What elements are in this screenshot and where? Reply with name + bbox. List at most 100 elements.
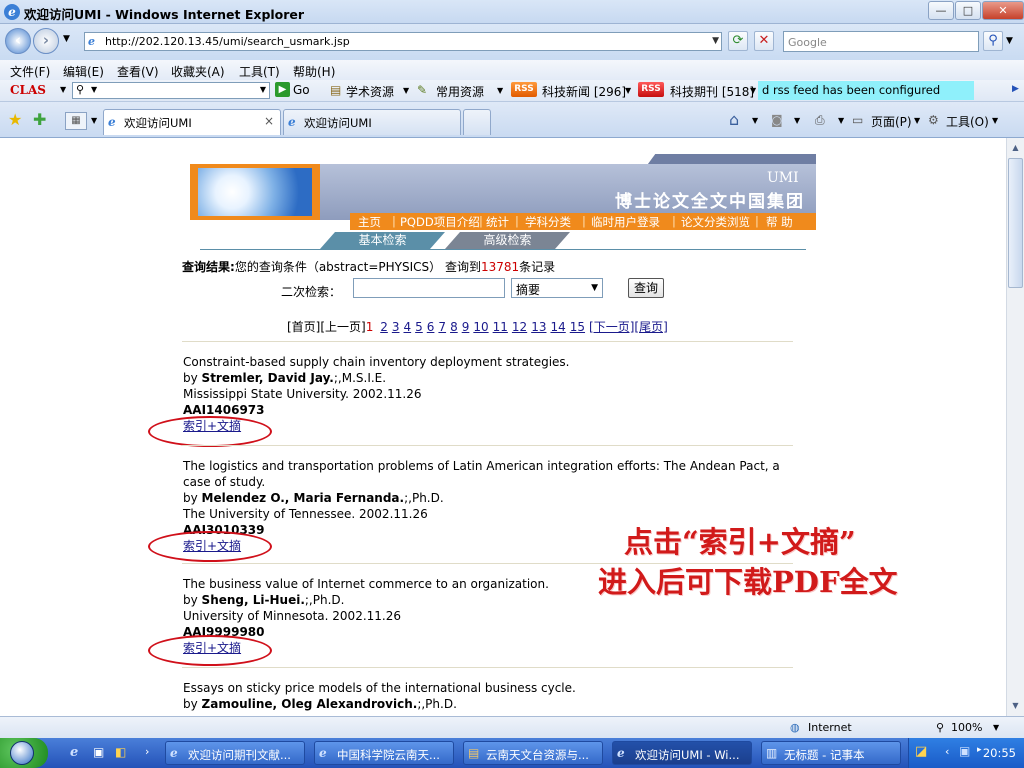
tab-basic-search[interactable]: 基本检索	[320, 232, 445, 249]
nav-home[interactable]: 主页	[358, 214, 381, 230]
pager-first[interactable]: [首页]	[287, 320, 320, 334]
pager-page[interactable]: 11	[493, 320, 508, 334]
ie-quicklaunch-icon[interactable]: e	[70, 745, 78, 760]
tab-umi-second[interactable]: e 欢迎访问UMI	[283, 109, 461, 135]
scroll-thumb[interactable]	[1008, 158, 1023, 288]
quick-tabs-icon[interactable]: ▦	[65, 112, 87, 130]
quicklaunch-more-icon[interactable]: ›	[145, 745, 149, 758]
index-abstract-link[interactable]: 索引+文摘	[183, 640, 793, 656]
restore-button[interactable]: □	[955, 1, 981, 20]
url-dropdown-icon[interactable]: ▼	[712, 36, 719, 46]
secondary-search-input[interactable]	[353, 278, 505, 298]
scroll-down-icon[interactable]: ▼	[1008, 698, 1023, 714]
menu-view[interactable]: 查看(V)	[117, 63, 159, 80]
tray-more-icon[interactable]: ▸	[977, 745, 982, 755]
toolbar-overflow-icon[interactable]: ▶	[1012, 84, 1019, 94]
start-button[interactable]	[0, 738, 48, 768]
menu-help[interactable]: 帮助(H)	[293, 63, 335, 80]
page-dropdown-icon[interactable]: ▼	[914, 116, 920, 125]
search-field-select[interactable]: 摘要 ▼	[511, 278, 603, 298]
pager-page[interactable]: 6	[427, 320, 435, 334]
pager-page[interactable]: 14	[550, 320, 565, 334]
pager-page[interactable]: 4	[404, 320, 412, 334]
pager-page[interactable]: 12	[512, 320, 527, 334]
go-button[interactable]: Go	[293, 83, 310, 97]
pager-page[interactable]: 7	[438, 320, 446, 334]
nav-browse-categories[interactable]: 论文分类浏览	[681, 214, 750, 230]
vertical-scrollbar[interactable]: ▲ ▼	[1006, 138, 1024, 716]
new-tab-button[interactable]	[463, 109, 491, 135]
menu-tools[interactable]: 工具(T)	[239, 63, 280, 80]
page-menu[interactable]: 页面(P)	[871, 113, 912, 130]
print-icon[interactable]: ⎙	[815, 113, 825, 128]
refresh-button[interactable]: ⟳	[728, 31, 748, 51]
nav-pqdd-intro[interactable]: PQDD项目介绍	[400, 214, 480, 230]
task-journals[interactable]: e 欢迎访问期刊文献...	[165, 741, 305, 765]
pager-page[interactable]: 9	[462, 320, 470, 334]
search-icon[interactable]: ⚲	[983, 31, 1003, 51]
minimize-button[interactable]: —	[928, 1, 954, 20]
tools-dropdown-icon[interactable]: ▼	[992, 116, 998, 125]
app-quicklaunch-icon[interactable]: ◧	[115, 745, 126, 759]
nav-help[interactable]: 帮 助	[766, 214, 793, 230]
desktop-quicklaunch-icon[interactable]: ▣	[93, 745, 104, 759]
zoom-level[interactable]: 100%	[951, 721, 982, 734]
tech-journals-feed[interactable]: 科技期刊 [518]	[670, 83, 754, 100]
home-dropdown-icon[interactable]: ▼	[752, 116, 758, 125]
print-dropdown-icon[interactable]: ▼	[838, 116, 844, 125]
close-button[interactable]: ✕	[982, 1, 1024, 20]
favorites-star-icon[interactable]: ★	[8, 110, 22, 129]
pager-page[interactable]: 5	[415, 320, 423, 334]
pager-last[interactable]: [尾页]	[634, 320, 667, 334]
task-notepad[interactable]: ▥ 无标题 - 记事本	[761, 741, 901, 765]
menu-file[interactable]: 文件(F)	[10, 63, 50, 80]
feeds-dropdown-icon[interactable]: ▼	[794, 116, 800, 125]
tools-menu[interactable]: 工具(O)	[946, 113, 989, 130]
search-options-icon[interactable]: ▼	[1006, 36, 1013, 46]
pager-next[interactable]: [下一页]	[589, 320, 634, 334]
tab-close-icon[interactable]: ×	[264, 114, 274, 128]
network-icon[interactable]: ▣	[959, 744, 970, 758]
index-abstract-link[interactable]: 索引+文摘	[183, 418, 793, 434]
stop-button[interactable]: ✕	[754, 31, 774, 51]
clas-search-combo[interactable]: ⚲ ▼ ▼	[72, 82, 270, 99]
tray-expand-icon[interactable]: ‹	[945, 745, 949, 758]
engine-dropdown-icon[interactable]: ▼	[91, 85, 97, 94]
pager-prev[interactable]: [上一页]	[320, 320, 365, 334]
menu-favorites[interactable]: 收藏夹(A)	[171, 63, 225, 80]
combo-dropdown-icon[interactable]: ▼	[260, 85, 266, 94]
academic-dropdown-icon[interactable]: ▼	[403, 86, 409, 95]
scroll-up-icon[interactable]: ▲	[1008, 140, 1023, 156]
task-yunnan-resources[interactable]: ▤ 云南天文台资源与...	[463, 741, 603, 765]
menu-edit[interactable]: 编辑(E)	[63, 63, 104, 80]
add-favorite-icon[interactable]: ✚	[33, 110, 46, 129]
query-button[interactable]: 查询	[628, 278, 664, 298]
pager-page[interactable]: 3	[392, 320, 400, 334]
academic-resources-menu[interactable]: 学术资源	[346, 83, 394, 100]
pager-page[interactable]: 13	[531, 320, 546, 334]
tab-advanced-search[interactable]: 高级检索	[445, 232, 570, 249]
tab-list-dropdown-icon[interactable]: ▼	[91, 116, 97, 125]
pager-page[interactable]: 10	[473, 320, 488, 334]
tab-umi-active[interactable]: e 欢迎访问UMI ×	[103, 109, 281, 135]
common-dropdown-icon[interactable]: ▼	[497, 86, 503, 95]
nav-subjects[interactable]: 学科分类	[525, 214, 571, 230]
nav-temp-login[interactable]: 临时用户登录	[591, 214, 660, 230]
tech-news-feed[interactable]: 科技新闻 [296]	[542, 83, 626, 100]
feeds-icon[interactable]: ◙	[771, 113, 783, 127]
common-resources-menu[interactable]: 常用资源	[436, 83, 484, 100]
news-dropdown-icon[interactable]: ▼	[625, 86, 631, 95]
zoom-dropdown-icon[interactable]: ▼	[993, 723, 999, 732]
go-arrow-icon[interactable]: ▶	[275, 82, 290, 97]
pager-page[interactable]: 8	[450, 320, 458, 334]
nav-stats[interactable]: 统计	[486, 214, 509, 230]
search-input[interactable]: Google	[783, 31, 979, 52]
clas-dropdown-icon[interactable]: ▼	[60, 85, 66, 94]
task-umi-active[interactable]: e 欢迎访问UMI - Wi...	[612, 741, 752, 765]
pager-page[interactable]: 2	[380, 320, 388, 334]
pager-page[interactable]: 15	[570, 320, 585, 334]
task-yunnan-observatory[interactable]: e 中国科学院云南天...	[314, 741, 454, 765]
address-field[interactable]: e http://202.120.13.45/umi/search_usmark…	[84, 32, 722, 51]
journals-dropdown-icon[interactable]: ▼	[750, 86, 756, 95]
forward-button[interactable]: ›	[33, 28, 59, 54]
